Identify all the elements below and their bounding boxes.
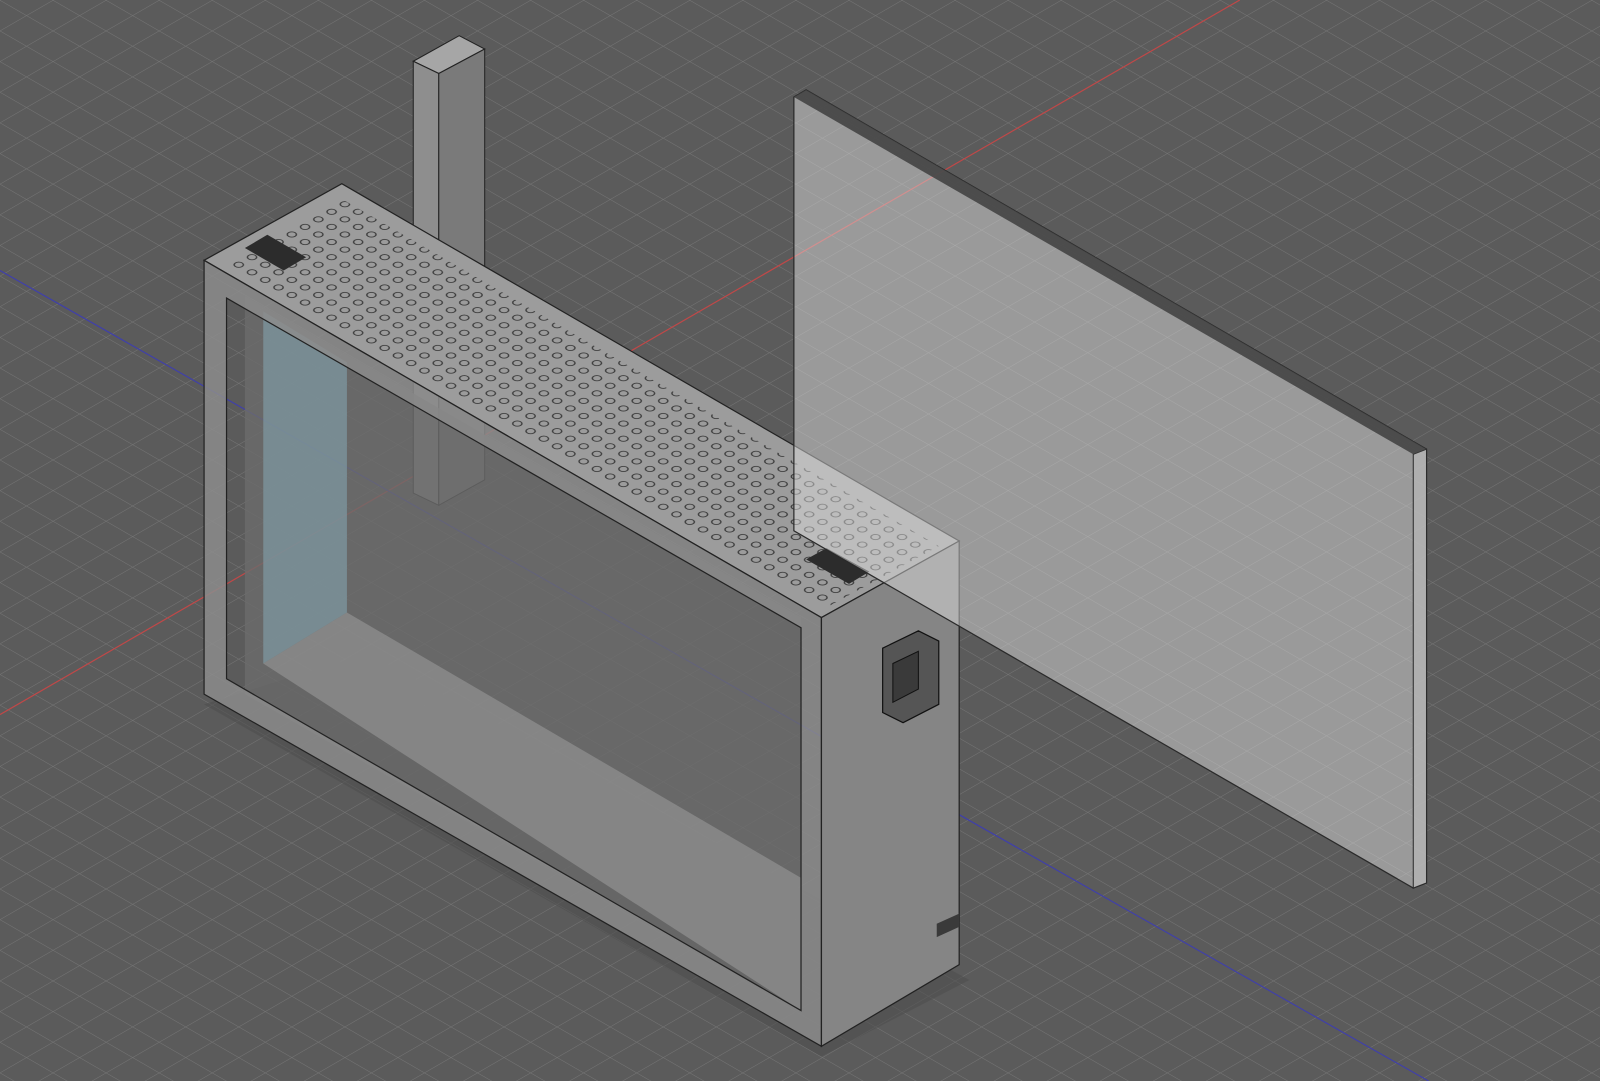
frame-inner-left-wall — [263, 311, 347, 664]
canvas-3d[interactable] — [0, 0, 1600, 1081]
frame-right-face — [820, 539, 960, 1048]
usb-port-side — [882, 630, 940, 724]
cad-viewport[interactable] — [0, 0, 1600, 1081]
